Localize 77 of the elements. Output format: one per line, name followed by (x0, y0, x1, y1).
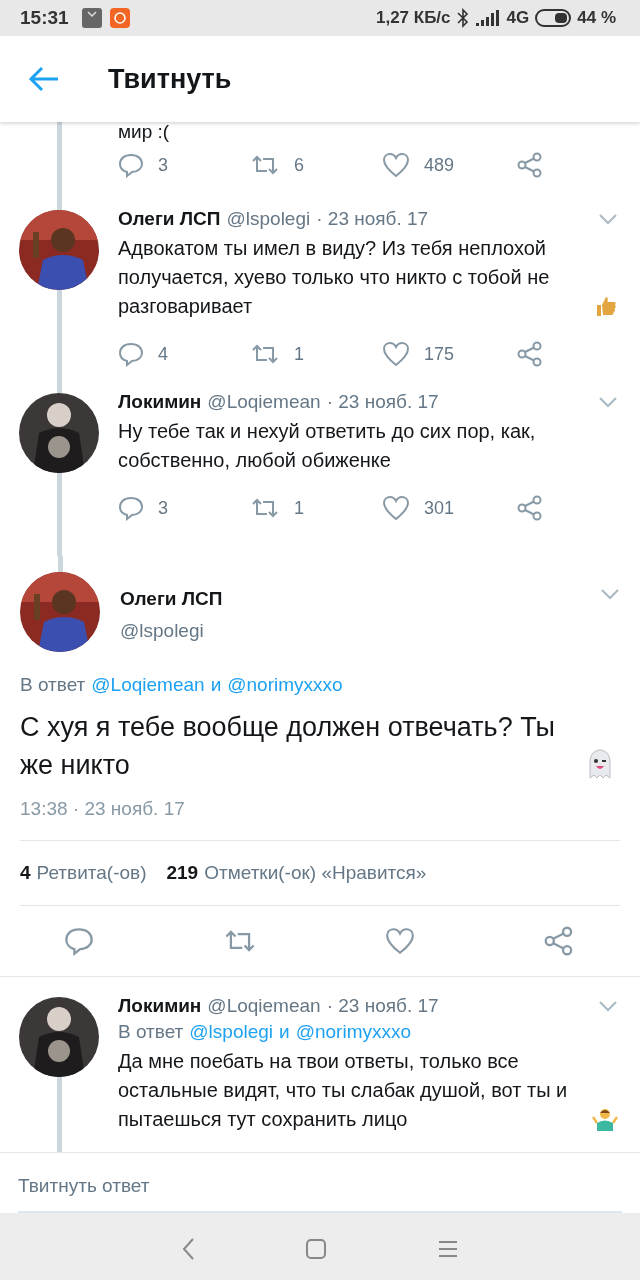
battery-icon (535, 9, 572, 27)
tweet-text: Ну тебе так и нехуй ответить до сих пор, как, собственно, любой обиженке (118, 419, 537, 473)
author-handle: @Loqiemean (207, 391, 321, 413)
speech-bubble-icon (118, 152, 144, 178)
notification-icon (108, 7, 131, 29)
tweet-text: Да мне поебать на твои ответы, только все остальные видят, что ты слабак душой, вот ты и пытаешься тут сохранить лицо (118, 1049, 569, 1132)
share-icon (517, 341, 543, 367)
back-icon[interactable] (181, 1237, 195, 1261)
retweet-button[interactable]: 1 (250, 496, 304, 520)
like-button[interactable]: 175 (382, 341, 455, 367)
author-name: Олеги ЛСП (120, 588, 224, 610)
status-time: 15:31 (20, 7, 69, 29)
author-name: Олеги ЛСП (118, 208, 221, 230)
mention-link[interactable]: @Loqiemean (91, 674, 205, 696)
share-button[interactable] (517, 495, 543, 521)
speech-bubble-icon (118, 495, 144, 521)
chevron-icon[interactable] (600, 588, 620, 600)
network-type: 4G (506, 8, 530, 28)
tweet-timestamp: 13:38 · 23 нояб. 17 (20, 798, 620, 841)
heart-icon (382, 152, 410, 178)
heart-icon (385, 927, 416, 955)
reply-button[interactable]: 3 (118, 152, 168, 178)
back-arrow-icon (28, 65, 60, 93)
bluetooth-icon (456, 8, 469, 28)
reply-button[interactable]: 4 (118, 341, 168, 367)
speech-bubble-icon (118, 341, 144, 367)
tweet-text: Адвокатом ты имел в виду? Из тебя неплохой получается, хуево только что никто с тобой не разговаривает (118, 236, 551, 319)
reply-button[interactable] (64, 926, 94, 956)
author-handle: @Loqiemean (207, 995, 321, 1017)
like-button[interactable]: 489 (382, 152, 455, 178)
notification-icon (80, 7, 103, 29)
share-button[interactable] (517, 152, 543, 178)
mention-joiner: и (279, 1021, 290, 1043)
home-icon[interactable] (305, 1238, 327, 1260)
stat-label[interactable]: Отметки(-ок) «Нравится» (204, 862, 427, 884)
reply-prefix: В ответ (118, 1021, 184, 1043)
like-button[interactable]: 301 (382, 495, 455, 521)
battery-percent: 44 % (577, 8, 616, 28)
tweet-date: · 23 нояб. 17 (316, 208, 429, 230)
reply-button[interactable]: 3 (118, 495, 168, 521)
menu-icon[interactable] (437, 1239, 459, 1259)
tweet-text: мир :( (118, 122, 171, 142)
mention-link[interactable]: @norimyxxxo (227, 674, 343, 696)
retweet-icon (250, 496, 280, 520)
speech-bubble-icon (64, 926, 94, 956)
tweet-date: · 23 нояб. 17 (326, 391, 439, 413)
network-speed: 1,27 КБ/с (375, 8, 451, 28)
retweet-button[interactable]: 1 (250, 342, 304, 366)
mention-link[interactable]: @norimyxxxo (295, 1021, 412, 1043)
mention-link[interactable]: @lspolegi (189, 1021, 274, 1043)
share-button[interactable] (543, 926, 574, 956)
share-icon (543, 926, 574, 956)
author-handle: @lspolegi (226, 208, 311, 230)
retweet-icon (250, 342, 280, 366)
share-button[interactable] (517, 341, 543, 367)
page-title: Твитнуть (108, 63, 232, 95)
share-icon (517, 495, 543, 521)
stat-count: 219 (166, 862, 199, 884)
author-handle: @lspolegi (120, 620, 205, 642)
chevron-icon[interactable] (598, 396, 618, 408)
stat-label[interactable]: Ретвита(-ов) (36, 862, 147, 884)
retweet-button[interactable]: 6 (250, 153, 304, 177)
tweet-date: · 23 нояб. 17 (326, 995, 439, 1017)
tweet-text: С хуя я тебе вообще должен отвечать? Ты же никто (20, 711, 556, 782)
chevron-icon[interactable] (598, 213, 618, 225)
mention-joiner: и (210, 674, 222, 696)
stat-count: 4 (20, 862, 31, 884)
share-icon (517, 152, 543, 178)
like-button[interactable] (385, 927, 416, 955)
reply-prefix: В ответ (20, 674, 86, 696)
author-name: Локимин (118, 391, 202, 413)
chevron-icon[interactable] (598, 1000, 618, 1012)
signal-icon (474, 9, 501, 27)
heart-icon (382, 495, 410, 521)
retweet-icon (250, 153, 280, 177)
author-name: Локимин (118, 995, 202, 1017)
heart-icon (382, 341, 410, 367)
